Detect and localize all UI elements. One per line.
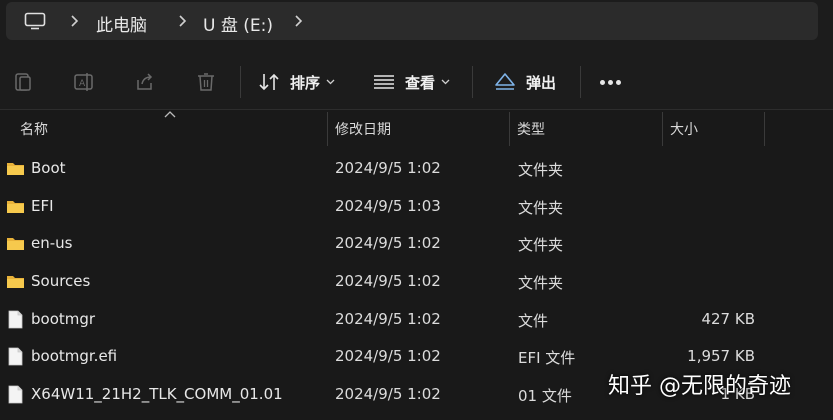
file-date: 2024/9/5 1:02 [335, 272, 441, 290]
file-name: en-us [31, 234, 73, 252]
table-row[interactable]: bootmgr 2024/9/5 1:02 文件 427 KB [0, 301, 833, 338]
chevron-down-icon [326, 79, 335, 85]
table-row[interactable]: Boot 2024/9/5 1:02 文件夹 [0, 150, 833, 187]
file-date: 2024/9/5 1:02 [335, 234, 441, 252]
eject-button[interactable]: 弹出 [494, 68, 556, 96]
address-bar[interactable]: 此电脑 U 盘 (E:) [6, 2, 818, 40]
file-type: 文件夹 [518, 274, 564, 292]
toolbar-divider [240, 66, 241, 98]
folder-icon [7, 201, 24, 213]
view-label: 查看 [405, 73, 436, 92]
file-type: 文件夹 [518, 161, 564, 179]
folder-icon [7, 276, 24, 288]
column-divider[interactable] [764, 112, 765, 146]
file-type: 文件夹 [518, 199, 564, 217]
file-type: EFI 文件 [518, 349, 576, 367]
chevron-right-icon[interactable] [70, 13, 80, 29]
file-icon [8, 347, 23, 366]
view-button[interactable]: 查看 [373, 68, 450, 96]
file-type: 01 文件 [518, 387, 572, 405]
file-name: EFI [31, 197, 54, 215]
file-type: 文件 [518, 312, 549, 330]
more-options-icon[interactable] [600, 76, 626, 88]
toolbar-divider [472, 66, 473, 98]
computer-icon[interactable] [24, 12, 46, 30]
sort-label: 排序 [290, 73, 321, 92]
share-icon[interactable] [134, 71, 156, 93]
rename-icon[interactable]: A [73, 71, 95, 93]
file-size: 1,957 KB [687, 347, 755, 365]
file-name: X64W11_21H2_TLK_COMM_01.01 [31, 385, 283, 403]
column-divider[interactable] [509, 112, 510, 146]
paste-icon[interactable] [12, 71, 34, 93]
file-name: Boot [31, 159, 66, 177]
command-bar: A 排序 查看 弹出 [0, 52, 833, 110]
sort-icon [259, 73, 279, 91]
file-date: 2024/9/5 1:02 [335, 385, 441, 403]
file-date: 2024/9/5 1:02 [335, 310, 441, 328]
sort-button[interactable]: 排序 [258, 68, 335, 96]
table-row[interactable]: EFI 2024/9/5 1:03 文件夹 [0, 188, 833, 225]
file-icon [8, 385, 23, 404]
breadcrumb-this-pc[interactable]: 此电脑 [96, 11, 147, 36]
column-date-header[interactable]: 修改日期 [335, 119, 391, 139]
column-header: 名称 修改日期 类型 大小 [0, 110, 833, 146]
file-name: bootmgr [31, 310, 96, 328]
sort-ascending-icon [164, 111, 176, 118]
file-name: bootmgr.efi [31, 347, 118, 365]
address-bar-area: 此电脑 U 盘 (E:) [0, 0, 833, 52]
eject-label: 弹出 [526, 73, 557, 92]
folder-icon [7, 238, 24, 250]
folder-icon [7, 163, 24, 175]
chevron-down-icon [441, 79, 450, 85]
chevron-right-icon[interactable] [294, 13, 304, 29]
column-divider[interactable] [662, 112, 663, 146]
view-list-icon [374, 75, 394, 89]
eject-icon [495, 73, 515, 90]
svg-text:A: A [79, 79, 86, 89]
toolbar-divider [580, 66, 581, 98]
column-size-header[interactable]: 大小 [670, 119, 698, 139]
table-row[interactable]: en-us 2024/9/5 1:02 文件夹 [0, 225, 833, 262]
chevron-right-icon[interactable] [178, 13, 188, 29]
breadcrumb-usb-drive[interactable]: U 盘 (E:) [203, 11, 273, 36]
table-row[interactable]: Sources 2024/9/5 1:02 文件夹 [0, 263, 833, 300]
watermark-text: 知乎 @无限的奇迹 [608, 374, 791, 399]
file-name: Sources [31, 272, 91, 290]
column-type-header[interactable]: 类型 [517, 119, 545, 139]
column-name-header[interactable]: 名称 [20, 119, 48, 139]
delete-icon[interactable] [195, 71, 217, 93]
file-date: 2024/9/5 1:02 [335, 347, 441, 365]
file-type: 文件夹 [518, 236, 564, 254]
file-date: 2024/9/5 1:03 [335, 197, 441, 215]
file-size: 427 KB [701, 310, 755, 328]
file-date: 2024/9/5 1:02 [335, 159, 441, 177]
column-divider[interactable] [327, 112, 328, 146]
file-icon [8, 310, 23, 329]
